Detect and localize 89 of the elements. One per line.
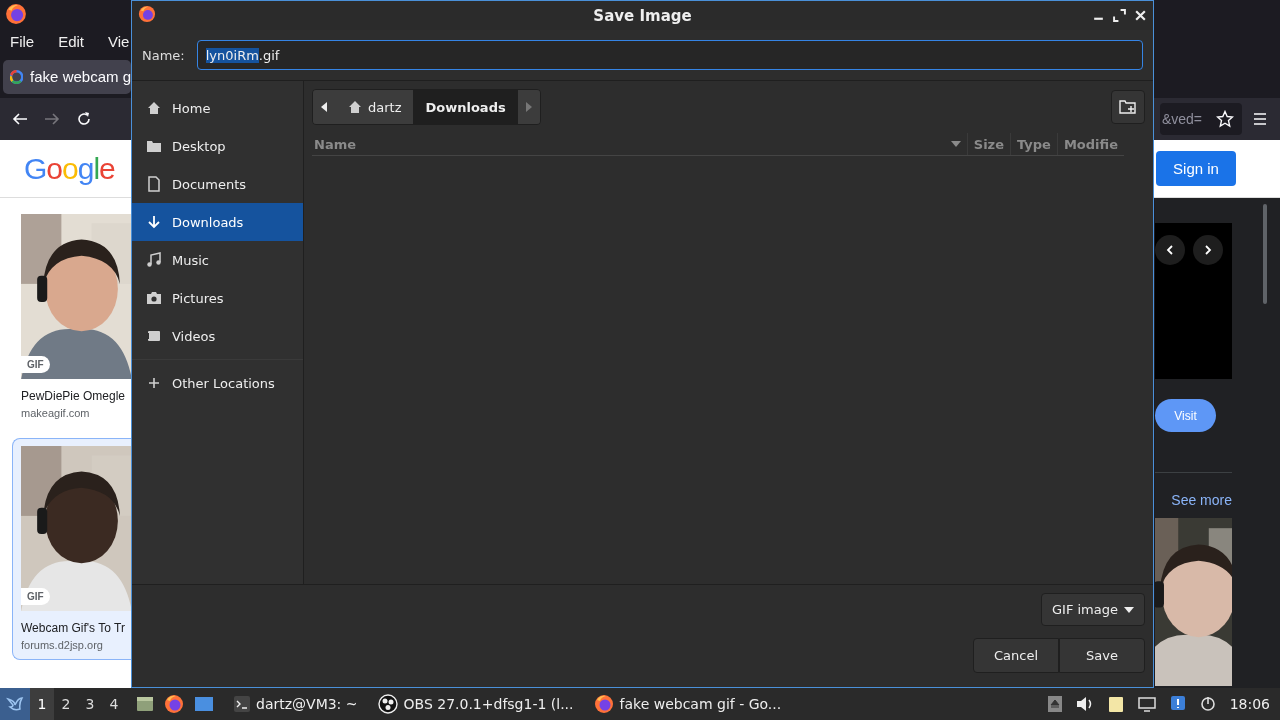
file-cabinet-icon[interactable] (136, 695, 154, 713)
menu-icon[interactable] (1252, 112, 1268, 126)
home-icon (146, 100, 162, 116)
folder-icon (146, 138, 162, 154)
file-type-dropdown[interactable]: GIF image (1041, 593, 1145, 626)
workspace-button[interactable]: 4 (102, 688, 126, 720)
result-source: forums.d2jsp.org (21, 639, 104, 651)
star-icon[interactable] (1216, 110, 1234, 128)
network-icon[interactable] (1137, 696, 1156, 712)
gif-badge: GIF (21, 356, 50, 373)
home-icon (347, 99, 363, 115)
maximize-icon[interactable] (1113, 9, 1126, 22)
sidebar-item[interactable]: Other Locations (132, 364, 303, 402)
plus-icon (146, 375, 162, 391)
google-icon (10, 68, 24, 85)
new-folder-button[interactable] (1111, 90, 1145, 124)
folder-icon[interactable] (194, 695, 214, 713)
sidebar-item[interactable]: Videos (132, 317, 303, 355)
obs-icon (377, 694, 398, 714)
taskbar-task[interactable]: fake webcam gif - Go... (583, 688, 792, 720)
menu-item[interactable]: Edit (58, 33, 85, 50)
speaker-icon[interactable] (1075, 696, 1094, 712)
path-button[interactable]: Downloads (413, 90, 518, 124)
path-forward-button[interactable] (517, 90, 540, 124)
camera-icon (146, 290, 162, 306)
result-card[interactable]: GIF Webcam Gif's To Tr forums.d2jsp.org (12, 438, 131, 660)
taskbar-task[interactable]: OBS 27.0.1+dfsg1-1 (l... (367, 688, 584, 720)
sidebar-item[interactable]: Downloads (132, 203, 303, 241)
column-header[interactable]: Type (1010, 133, 1057, 155)
google-logo[interactable]: Google (24, 151, 115, 186)
previous-button[interactable] (1155, 235, 1185, 265)
scrollbar[interactable] (1263, 204, 1267, 304)
firefox-icon (164, 694, 184, 714)
reload-icon[interactable] (76, 111, 92, 127)
new-folder-icon (1119, 99, 1137, 115)
name-field[interactable]: lyn0iRm.gif (196, 40, 1143, 70)
clock: 18:06 (1229, 696, 1270, 712)
sidebar-item[interactable]: Desktop (132, 127, 303, 165)
firefox-icon (593, 694, 614, 714)
workspace-button[interactable]: 2 (54, 688, 78, 720)
firefox-icon (138, 5, 156, 23)
path-button[interactable]: dartz (335, 90, 414, 124)
clipboard-icon[interactable] (1107, 695, 1124, 713)
music-note-icon (146, 252, 162, 268)
next-button[interactable] (1193, 235, 1223, 265)
column-header[interactable]: Name (312, 133, 967, 155)
menu-item[interactable]: Vie (108, 33, 130, 50)
chevron-right-icon (1203, 245, 1213, 255)
dialog-title: Save Image (593, 6, 692, 25)
bird-icon (6, 695, 24, 713)
triangle-left-icon (320, 102, 328, 112)
sidebar-item[interactable]: Home (132, 89, 303, 127)
taskbar-task[interactable]: dartz@VM3: ~ (224, 688, 368, 720)
triangle-right-icon (524, 102, 533, 112)
result-source: makeagif.com (21, 407, 91, 419)
browser-tab[interactable]: fake webcam g (3, 59, 131, 94)
gif-badge: GIF (21, 588, 50, 605)
sidebar-item[interactable]: Documents (132, 165, 303, 203)
result-title[interactable]: Webcam Gif's To Tr (21, 621, 131, 635)
url-field[interactable]: &ved= (1159, 103, 1242, 135)
result-title[interactable]: PewDiePie Omegle (21, 389, 131, 403)
save-button[interactable]: Save (1059, 638, 1145, 673)
sidebar-item[interactable]: Music (132, 241, 303, 279)
name-label: Name: (142, 47, 185, 63)
power-icon[interactable] (1199, 696, 1216, 712)
firefox-icon (5, 3, 27, 25)
document-icon (146, 176, 162, 192)
column-header[interactable]: Size (966, 133, 1010, 155)
video-icon (146, 328, 162, 344)
column-header[interactable]: Modifie (1056, 133, 1124, 155)
start-menu-button[interactable] (0, 688, 30, 720)
sidebar-item[interactable]: Pictures (132, 279, 303, 317)
download-icon (146, 214, 162, 230)
cancel-button[interactable]: Cancel (973, 638, 1059, 673)
forward-icon[interactable] (44, 111, 60, 127)
chevron-left-icon (1165, 245, 1175, 255)
see-more-link[interactable]: See more (1155, 492, 1232, 508)
workspace-button[interactable]: 3 (78, 688, 102, 720)
result-card[interactable]: GIF PewDiePie Omegle makeagif.com (12, 206, 131, 428)
workspace-button[interactable]: 1 (30, 688, 54, 720)
path-back-button[interactable] (313, 90, 335, 124)
back-icon[interactable] (12, 111, 28, 127)
caret-icon (1124, 606, 1134, 613)
close-icon[interactable] (1134, 9, 1147, 22)
menu-item[interactable]: File (10, 33, 35, 50)
terminal-icon (234, 696, 250, 712)
sign-in-button[interactable]: Sign in (1156, 151, 1236, 186)
notification-icon[interactable] (1169, 695, 1186, 713)
eject-icon[interactable] (1047, 696, 1062, 712)
